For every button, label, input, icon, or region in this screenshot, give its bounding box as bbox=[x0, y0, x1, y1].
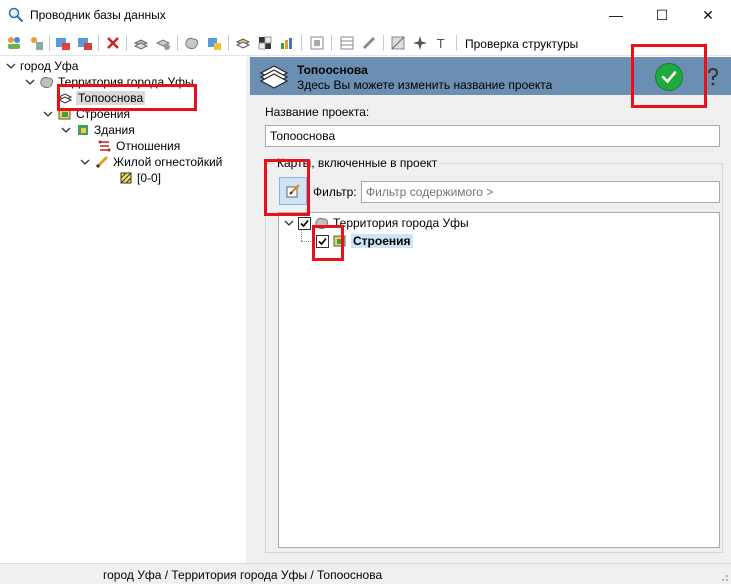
chevron-down-icon[interactable] bbox=[5, 60, 17, 72]
database-tree: город Уфа Территория города Уфы Топоосно… bbox=[0, 57, 246, 563]
maps-tree: Территория города Уфы Строения bbox=[278, 212, 720, 548]
tree-item-range[interactable]: [0-0] bbox=[118, 170, 161, 186]
svg-text:T: T bbox=[436, 37, 445, 51]
user-db-icon[interactable] bbox=[27, 34, 45, 52]
title-bar: Проводник базы данных — ☐ ✕ bbox=[0, 0, 731, 30]
tree-item-label: [0-0] bbox=[137, 171, 162, 185]
project-name-input[interactable] bbox=[265, 125, 720, 147]
map-item-label: Строения bbox=[351, 234, 413, 248]
tree-item-label: Отношения bbox=[116, 139, 181, 153]
tree-item-label: Жилой огнестойкий bbox=[113, 155, 223, 169]
help-icon[interactable] bbox=[704, 67, 722, 87]
users-icon[interactable] bbox=[5, 34, 23, 52]
tree-item-territory[interactable]: Территория города Уфы bbox=[24, 74, 194, 90]
delete-icon[interactable] bbox=[104, 34, 122, 52]
chevron-down-icon[interactable] bbox=[24, 76, 36, 88]
chevron-down-icon[interactable] bbox=[283, 217, 295, 229]
tree-item-label: Территория города Уфы bbox=[58, 75, 194, 89]
layer-icon bbox=[75, 122, 91, 138]
layers-copy-icon[interactable] bbox=[154, 34, 172, 52]
filter-label: Фильтр: bbox=[313, 185, 357, 199]
relations-icon bbox=[97, 138, 113, 154]
table-icon[interactable] bbox=[338, 34, 356, 52]
folder-icon bbox=[314, 215, 330, 231]
layers-icon bbox=[259, 65, 289, 89]
territory-edit-icon[interactable] bbox=[205, 34, 223, 52]
filter-input[interactable] bbox=[361, 181, 720, 203]
resize-grip-icon[interactable] bbox=[717, 570, 729, 582]
project-header: Топооснова Здесь Вы можете изменить назв… bbox=[250, 57, 731, 95]
project-header-subtitle: Здесь Вы можете изменить название проект… bbox=[297, 78, 553, 92]
project-name-label: Название проекта: bbox=[265, 105, 370, 119]
tree-item-label: город Уфа bbox=[20, 59, 79, 73]
territory-icon[interactable] bbox=[183, 34, 201, 52]
pencil-icon[interactable] bbox=[360, 34, 378, 52]
checkbox-checked-icon[interactable] bbox=[316, 234, 329, 248]
project-panel: Топооснова Здесь Вы можете изменить назв… bbox=[250, 57, 731, 563]
tree-item-stroeniya[interactable]: Строения bbox=[42, 106, 130, 122]
map-item-territory[interactable]: Территория города Уфы bbox=[283, 215, 469, 231]
map-icon bbox=[332, 233, 348, 249]
edit-icon bbox=[286, 184, 300, 198]
checker-icon[interactable] bbox=[256, 34, 274, 52]
window-title: Проводник базы данных bbox=[30, 8, 166, 22]
tree-item-city[interactable]: город Уфа bbox=[5, 58, 78, 74]
add-map-icon[interactable] bbox=[54, 34, 72, 52]
layers-icon bbox=[57, 90, 73, 106]
frame-icon[interactable] bbox=[308, 34, 326, 52]
tree-item-otnosheniya[interactable]: Отношения bbox=[97, 138, 180, 154]
project-icon[interactable] bbox=[234, 34, 252, 52]
tree-item-label: Строения bbox=[76, 107, 131, 121]
checkmark-icon bbox=[661, 71, 677, 84]
tree-item-zdaniya[interactable]: Здания bbox=[60, 122, 135, 138]
project-header-title: Топооснова bbox=[297, 63, 368, 77]
point-icon[interactable] bbox=[411, 34, 429, 52]
map-item-label: Территория города Уфы bbox=[333, 216, 469, 230]
hatch-icon[interactable] bbox=[389, 34, 407, 52]
maximize-button[interactable]: ☐ bbox=[639, 0, 685, 30]
check-structure-button[interactable]: Проверка структуры bbox=[465, 37, 578, 51]
toolbar: T Проверка структуры bbox=[0, 30, 731, 56]
text-tool-icon[interactable]: T bbox=[433, 34, 451, 52]
apply-button[interactable] bbox=[655, 63, 683, 91]
chevron-down-icon[interactable] bbox=[60, 124, 72, 136]
checkbox-checked-icon[interactable] bbox=[298, 216, 311, 230]
map-item-stroeniya[interactable]: Строения bbox=[316, 233, 413, 249]
minimize-button[interactable]: — bbox=[593, 0, 639, 30]
status-path: город Уфа / Территория города Уфы / Топо… bbox=[103, 568, 383, 582]
tree-item-toposnova[interactable]: Топооснова bbox=[57, 90, 146, 106]
pencil-icon bbox=[94, 154, 110, 170]
edit-maps-button[interactable] bbox=[279, 177, 307, 205]
status-bar: город Уфа / Территория города Уфы / Топо… bbox=[0, 563, 731, 584]
close-button[interactable]: ✕ bbox=[685, 0, 731, 30]
app-icon bbox=[8, 7, 24, 23]
chevron-down-icon[interactable] bbox=[79, 156, 91, 168]
chart-icon[interactable] bbox=[278, 34, 296, 52]
remove-map-icon[interactable] bbox=[76, 34, 94, 52]
layers-add-icon[interactable] bbox=[132, 34, 150, 52]
tree-item-label: Здания bbox=[94, 123, 135, 137]
tree-item-label: Топооснова bbox=[76, 91, 146, 105]
maps-group-label: Карты, включенные в проект bbox=[274, 156, 441, 170]
chevron-down-icon[interactable] bbox=[42, 108, 54, 120]
tree-item-zhiloy[interactable]: Жилой огнестойкий bbox=[79, 154, 222, 170]
hatch-icon bbox=[118, 170, 134, 186]
map-icon bbox=[57, 106, 73, 122]
territory-icon bbox=[39, 74, 55, 90]
